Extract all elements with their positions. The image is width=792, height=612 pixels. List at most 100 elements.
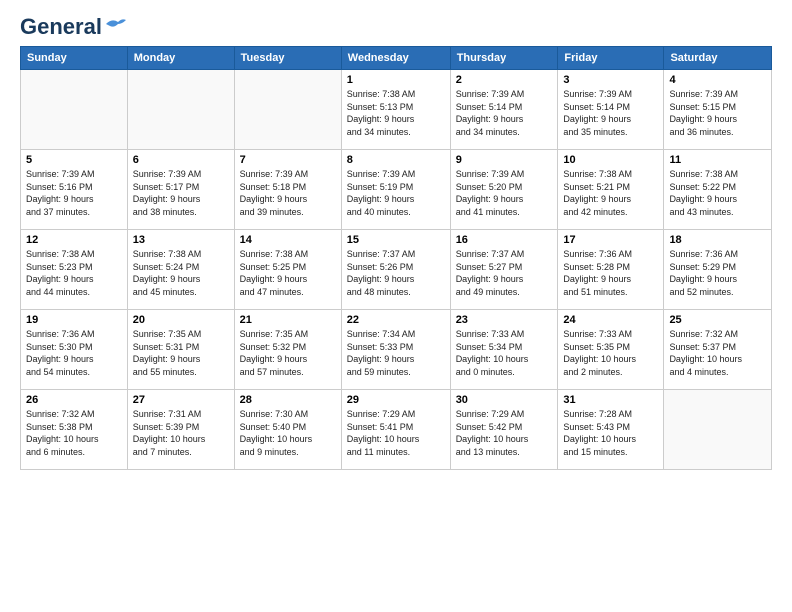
weekday-header-row: SundayMondayTuesdayWednesdayThursdayFrid… [21,47,772,70]
calendar-table: SundayMondayTuesdayWednesdayThursdayFrid… [20,46,772,470]
day-info: Sunrise: 7:33 AM Sunset: 5:34 PM Dayligh… [456,328,553,378]
day-info: Sunrise: 7:37 AM Sunset: 5:26 PM Dayligh… [347,248,445,298]
day-number: 8 [347,154,445,166]
day-info: Sunrise: 7:34 AM Sunset: 5:33 PM Dayligh… [347,328,445,378]
calendar-cell [21,70,128,150]
calendar-cell: 10 Sunrise: 7:38 AM Sunset: 5:21 PM Dayli… [558,150,664,230]
weekday-saturday: Saturday [664,47,772,70]
day-number: 16 [456,234,553,246]
day-number: 6 [133,154,229,166]
calendar-cell: 31Sunrise: 7:28 AM Sunset: 5:43 PM Dayli… [558,390,664,470]
day-info: Sunrise: 7:33 AM Sunset: 5:35 PM Dayligh… [563,328,658,378]
day-info: Sunrise: 7:38 AM Sunset: 5:13 PM Dayligh… [347,88,445,138]
week-row-2: 12 Sunrise: 7:38 AM Sunset: 5:23 PM Dayli… [21,230,772,310]
day-info: Sunrise: 7:39 AM Sunset: 5:20 PM Dayligh… [456,168,553,218]
calendar-cell: 22 Sunrise: 7:34 AM Sunset: 5:33 PM Dayli… [341,310,450,390]
day-number: 22 [347,314,445,326]
day-info: Sunrise: 7:39 AM Sunset: 5:14 PM Dayligh… [563,88,658,138]
day-info: Sunrise: 7:38 AM Sunset: 5:24 PM Dayligh… [133,248,229,298]
calendar-cell: 2 Sunrise: 7:39 AM Sunset: 5:14 PM Daylig… [450,70,558,150]
day-number: 25 [669,314,766,326]
day-info: Sunrise: 7:36 AM Sunset: 5:28 PM Dayligh… [563,248,658,298]
calendar-cell: 5 Sunrise: 7:39 AM Sunset: 5:16 PM Daylig… [21,150,128,230]
calendar-cell: 15Sunrise: 7:37 AM Sunset: 5:26 PM Dayli… [341,230,450,310]
weekday-sunday: Sunday [21,47,128,70]
calendar-cell [127,70,234,150]
calendar-cell: 8Sunrise: 7:39 AM Sunset: 5:19 PM Daylig… [341,150,450,230]
day-number: 17 [563,234,658,246]
calendar-cell: 13 Sunrise: 7:38 AM Sunset: 5:24 PM Dayli… [127,230,234,310]
calendar-cell: 21 Sunrise: 7:35 AM Sunset: 5:32 PM Dayli… [234,310,341,390]
calendar-cell: 11 Sunrise: 7:38 AM Sunset: 5:22 PM Dayli… [664,150,772,230]
day-number: 2 [456,74,553,86]
day-number: 14 [240,234,336,246]
day-number: 29 [347,394,445,406]
day-number: 3 [563,74,658,86]
calendar-cell: 18Sunrise: 7:36 AM Sunset: 5:29 PM Dayli… [664,230,772,310]
day-number: 13 [133,234,229,246]
day-info: Sunrise: 7:38 AM Sunset: 5:23 PM Dayligh… [26,248,122,298]
calendar-cell: 30 Sunrise: 7:29 AM Sunset: 5:42 PM Dayli… [450,390,558,470]
day-info: Sunrise: 7:36 AM Sunset: 5:30 PM Dayligh… [26,328,122,378]
calendar-cell [664,390,772,470]
day-info: Sunrise: 7:30 AM Sunset: 5:40 PM Dayligh… [240,408,336,458]
weekday-monday: Monday [127,47,234,70]
day-number: 11 [669,154,766,166]
day-info: Sunrise: 7:38 AM Sunset: 5:21 PM Dayligh… [563,168,658,218]
logo-general: General [20,16,102,38]
day-number: 23 [456,314,553,326]
logo-bird-icon [104,16,126,34]
day-number: 27 [133,394,229,406]
calendar-cell: 25 Sunrise: 7:32 AM Sunset: 5:37 PM Dayli… [664,310,772,390]
calendar-cell [234,70,341,150]
weekday-friday: Friday [558,47,664,70]
day-info: Sunrise: 7:32 AM Sunset: 5:37 PM Dayligh… [669,328,766,378]
weekday-thursday: Thursday [450,47,558,70]
day-number: 5 [26,154,122,166]
day-info: Sunrise: 7:35 AM Sunset: 5:31 PM Dayligh… [133,328,229,378]
day-number: 10 [563,154,658,166]
header: General [20,16,772,36]
day-number: 4 [669,74,766,86]
week-row-3: 19 Sunrise: 7:36 AM Sunset: 5:30 PM Dayli… [21,310,772,390]
calendar-cell: 27 Sunrise: 7:31 AM Sunset: 5:39 PM Dayli… [127,390,234,470]
page: General SundayMondayTuesdayWednesdayThur… [0,0,792,612]
calendar-cell: 28 Sunrise: 7:30 AM Sunset: 5:40 PM Dayli… [234,390,341,470]
week-row-0: 1Sunrise: 7:38 AM Sunset: 5:13 PM Daylig… [21,70,772,150]
day-info: Sunrise: 7:39 AM Sunset: 5:18 PM Dayligh… [240,168,336,218]
calendar-cell: 23 Sunrise: 7:33 AM Sunset: 5:34 PM Dayli… [450,310,558,390]
week-row-1: 5 Sunrise: 7:39 AM Sunset: 5:16 PM Daylig… [21,150,772,230]
calendar-cell: 7 Sunrise: 7:39 AM Sunset: 5:18 PM Daylig… [234,150,341,230]
calendar-cell: 9 Sunrise: 7:39 AM Sunset: 5:20 PM Daylig… [450,150,558,230]
day-number: 26 [26,394,122,406]
day-info: Sunrise: 7:38 AM Sunset: 5:22 PM Dayligh… [669,168,766,218]
day-number: 30 [456,394,553,406]
weekday-tuesday: Tuesday [234,47,341,70]
calendar-cell: 24Sunrise: 7:33 AM Sunset: 5:35 PM Dayli… [558,310,664,390]
day-info: Sunrise: 7:39 AM Sunset: 5:16 PM Dayligh… [26,168,122,218]
day-info: Sunrise: 7:37 AM Sunset: 5:27 PM Dayligh… [456,248,553,298]
day-number: 21 [240,314,336,326]
day-info: Sunrise: 7:29 AM Sunset: 5:42 PM Dayligh… [456,408,553,458]
day-number: 28 [240,394,336,406]
day-info: Sunrise: 7:35 AM Sunset: 5:32 PM Dayligh… [240,328,336,378]
day-number: 9 [456,154,553,166]
calendar-cell: 20Sunrise: 7:35 AM Sunset: 5:31 PM Dayli… [127,310,234,390]
calendar-cell: 26Sunrise: 7:32 AM Sunset: 5:38 PM Dayli… [21,390,128,470]
day-info: Sunrise: 7:38 AM Sunset: 5:25 PM Dayligh… [240,248,336,298]
day-info: Sunrise: 7:31 AM Sunset: 5:39 PM Dayligh… [133,408,229,458]
day-number: 7 [240,154,336,166]
day-info: Sunrise: 7:39 AM Sunset: 5:15 PM Dayligh… [669,88,766,138]
day-info: Sunrise: 7:29 AM Sunset: 5:41 PM Dayligh… [347,408,445,458]
day-info: Sunrise: 7:39 AM Sunset: 5:14 PM Dayligh… [456,88,553,138]
day-number: 12 [26,234,122,246]
day-number: 19 [26,314,122,326]
calendar-cell: 12 Sunrise: 7:38 AM Sunset: 5:23 PM Dayli… [21,230,128,310]
calendar-cell: 19 Sunrise: 7:36 AM Sunset: 5:30 PM Dayli… [21,310,128,390]
day-number: 31 [563,394,658,406]
calendar-cell: 1Sunrise: 7:38 AM Sunset: 5:13 PM Daylig… [341,70,450,150]
calendar-cell: 3 Sunrise: 7:39 AM Sunset: 5:14 PM Daylig… [558,70,664,150]
calendar-cell: 14 Sunrise: 7:38 AM Sunset: 5:25 PM Dayli… [234,230,341,310]
week-row-4: 26Sunrise: 7:32 AM Sunset: 5:38 PM Dayli… [21,390,772,470]
calendar-cell: 17 Sunrise: 7:36 AM Sunset: 5:28 PM Dayli… [558,230,664,310]
